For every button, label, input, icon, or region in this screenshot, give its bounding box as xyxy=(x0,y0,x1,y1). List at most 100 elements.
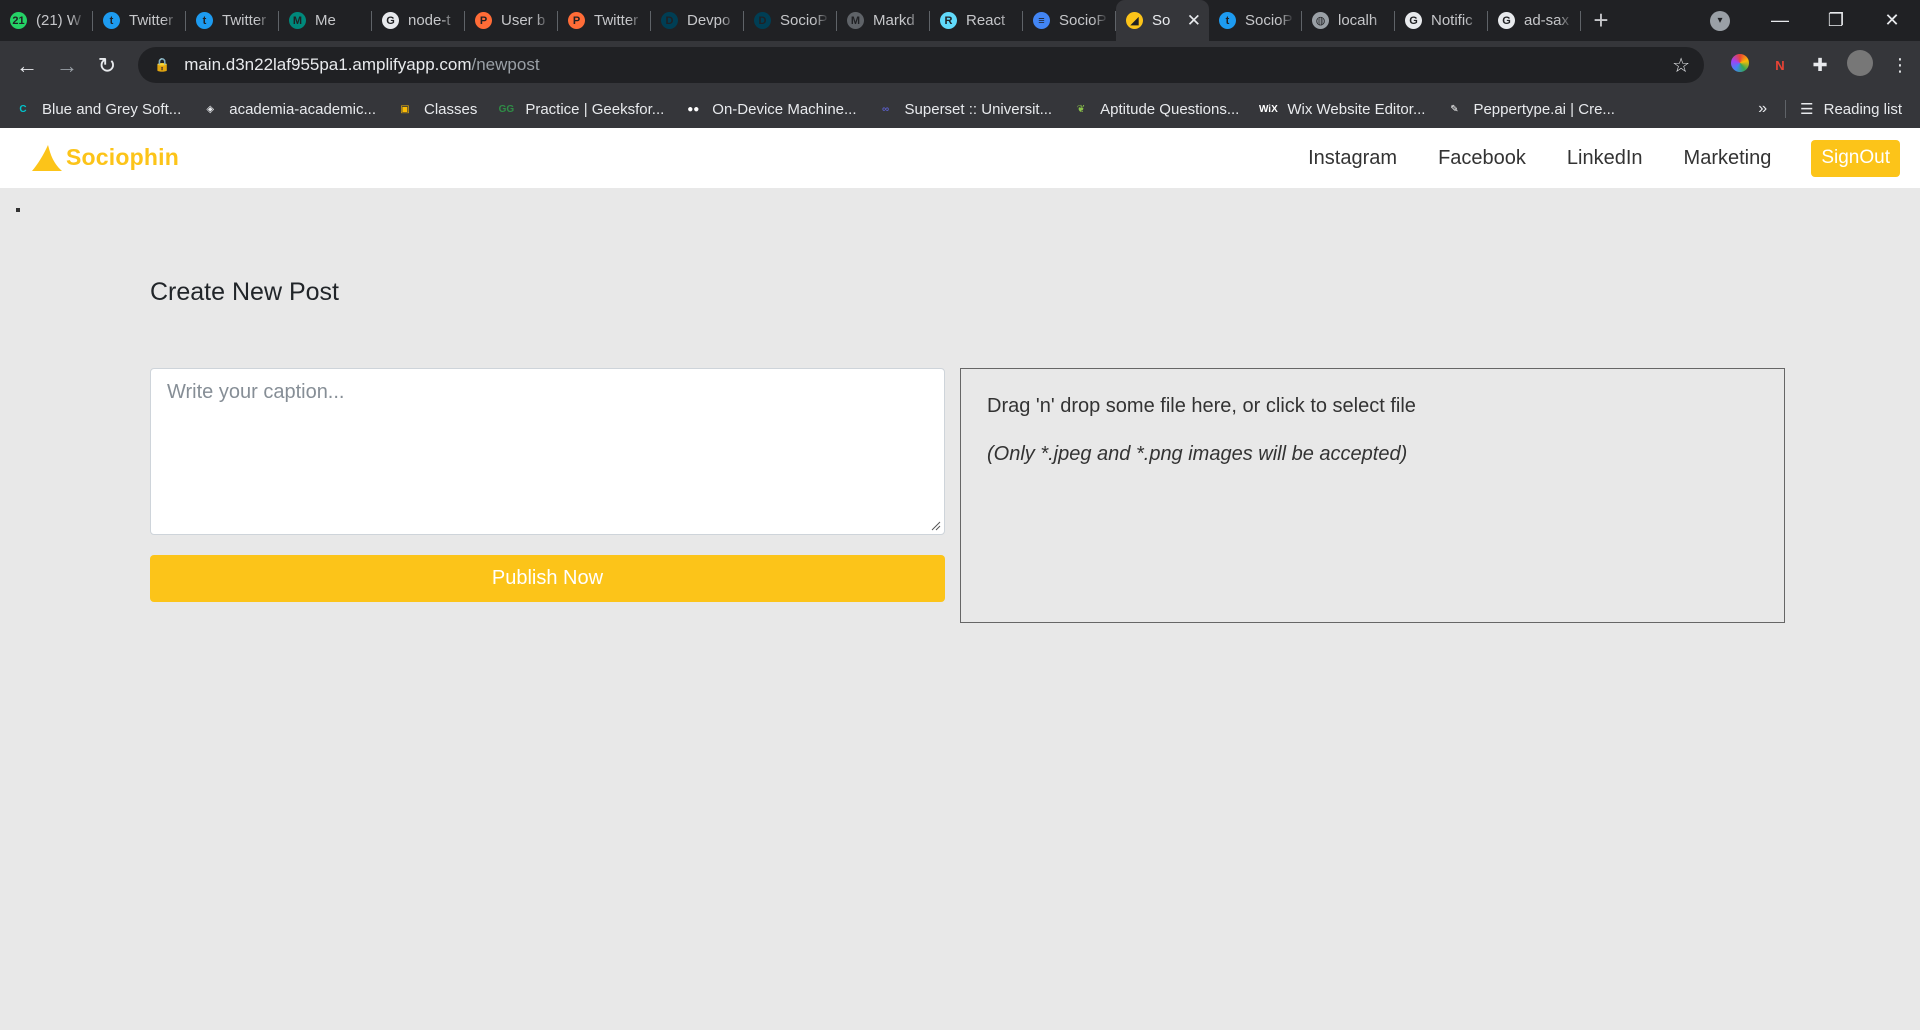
devpost-icon: D xyxy=(754,12,771,29)
bookmark-item[interactable]: GG Practice | Geeksfor... xyxy=(497,100,665,118)
extensions-area: N ✚ ⋮ xyxy=(1720,41,1920,90)
tab-label: Twitter xyxy=(129,12,174,29)
tab-label: Markd xyxy=(873,12,915,29)
bookmark-label: On-Device Machine... xyxy=(712,100,857,118)
signout-button[interactable]: SignOut xyxy=(1811,139,1900,177)
react-icon: R xyxy=(940,12,957,29)
restore-icon[interactable]: ❐ xyxy=(1808,10,1864,31)
color-extension-icon[interactable] xyxy=(1720,54,1760,77)
more-bookmarks-button[interactable]: » xyxy=(1740,100,1785,118)
close-window-icon[interactable]: ✕ xyxy=(1864,10,1920,31)
publish-button[interactable]: Publish Now xyxy=(150,555,945,602)
bookmark-item[interactable]: ▣ Classes xyxy=(396,100,477,118)
browser-tab[interactable]: t SocioP xyxy=(1209,0,1302,41)
tab-close-icon[interactable]: ✕ xyxy=(1187,11,1201,31)
twitter-icon: t xyxy=(103,12,120,29)
bookmark-item[interactable]: ✎ Peppertype.ai | Cre... xyxy=(1445,100,1615,118)
sociophin-icon: ◢ xyxy=(1126,12,1143,29)
twitter-icon: t xyxy=(196,12,213,29)
whatsapp-icon: 21 xyxy=(10,12,27,29)
browser-tab[interactable]: R React xyxy=(930,0,1023,41)
bookmark-label: Classes xyxy=(423,100,478,118)
forward-arrow-icon[interactable]: → xyxy=(47,53,87,79)
tab-label: Me xyxy=(315,12,336,29)
resize-grip-icon[interactable] xyxy=(931,521,941,531)
caption-input[interactable] xyxy=(150,368,945,535)
canva-icon: C xyxy=(19,103,27,115)
tab-label: ad-sax xyxy=(1524,12,1570,29)
bookmark-item[interactable]: ∞ Superset :: Universit... xyxy=(877,100,1053,118)
gfg-icon: GG xyxy=(498,103,515,115)
globe-icon: ◍ xyxy=(1312,12,1329,29)
github-icon: G xyxy=(1405,12,1422,29)
bookmark-item[interactable]: ◈ academia-academic... xyxy=(201,100,376,118)
address-bar[interactable]: 🔒 main.d3n22laf955pa1.amplifyapp.com/new… xyxy=(138,47,1704,83)
url-host: main.d3n22laf955pa1.amplifyapp.com xyxy=(184,55,472,74)
lock-icon: 🔒 xyxy=(154,57,171,72)
browser-tab[interactable]: Gad-sax xyxy=(1488,0,1581,41)
bookmark-list: C Blue and Grey Soft... ◈ academia-academic… xyxy=(14,100,1635,118)
nav-link-facebook[interactable]: Facebook xyxy=(1438,147,1526,170)
browser-tab[interactable]: ◢ So ✕ xyxy=(1116,0,1209,41)
browser-tab[interactable]: D Devpo xyxy=(651,0,744,41)
extensions-puzzle-icon[interactable]: ✚ xyxy=(1800,55,1840,76)
bookmark-item[interactable]: ●● On-Device Machine... xyxy=(684,100,856,118)
tab-search-icon[interactable]: ▾ xyxy=(1710,11,1730,31)
browser-tab[interactable]: D SocioP xyxy=(744,0,837,41)
nav-links: Instagram Facebook LinkedIn Marketing Si… xyxy=(1267,128,1900,188)
nav-link-linkedin[interactable]: LinkedIn xyxy=(1567,147,1643,170)
tab-label: User b xyxy=(501,12,546,29)
reload-icon[interactable]: ↻ xyxy=(87,53,127,79)
browser-tab[interactable]: t Twitter xyxy=(93,0,186,41)
browser-tab-strip: 21 (21) W t Twitter t Twitter M Me Gnode-t P User … xyxy=(0,0,1920,41)
github-icon: G xyxy=(1498,12,1515,29)
bookmark-label: Wix Website Editor... xyxy=(1287,100,1426,118)
bookmark-label: Blue and Grey Soft... xyxy=(42,100,182,118)
back-arrow-icon[interactable]: ← xyxy=(7,53,47,79)
profile-avatar[interactable] xyxy=(1840,50,1880,81)
medium-icon: ●● xyxy=(687,103,700,115)
bookmark-item[interactable]: C Blue and Grey Soft... xyxy=(14,100,181,118)
bookmark-label: Peppertype.ai | Cre... xyxy=(1473,100,1615,118)
dropzone-text: Drag 'n' drop some file here, or click t… xyxy=(987,395,1416,417)
reading-list-label: Reading list xyxy=(1823,100,1902,118)
browser-tab[interactable]: t Twitter xyxy=(186,0,279,41)
brand-logo[interactable]: Sociophin xyxy=(30,142,179,172)
page-title: Create New Post xyxy=(150,278,339,306)
tab-label: Devpo xyxy=(687,12,731,29)
tab-label: React xyxy=(966,12,1006,29)
browser-tab[interactable]: G Notific xyxy=(1395,0,1488,41)
bookmark-label: Superset :: Universit... xyxy=(904,100,1053,118)
bookmark-star-icon[interactable]: ☆ xyxy=(1672,53,1690,78)
nav-link-marketing[interactable]: Marketing xyxy=(1684,147,1772,170)
bookmark-item[interactable]: ❦ Aptitude Questions... xyxy=(1072,100,1239,118)
tab-label: SocioP xyxy=(780,12,828,29)
browser-tab[interactable]: M Me xyxy=(279,0,372,41)
reading-list-icon: ☰ xyxy=(1800,101,1814,118)
tab-label: node-t xyxy=(408,12,451,29)
file-dropzone[interactable]: Drag 'n' drop some file here, or click t… xyxy=(960,368,1785,623)
menu-kebab-icon[interactable]: ⋮ xyxy=(1880,55,1920,76)
tab-label: SocioP xyxy=(1059,12,1107,29)
notion-extension-icon[interactable]: N xyxy=(1760,58,1800,73)
browser-tab[interactable]: ◍ localh xyxy=(1302,0,1395,41)
postman-icon: P xyxy=(568,12,585,29)
nav-link-instagram[interactable]: Instagram xyxy=(1308,147,1397,170)
browser-tab[interactable]: P Twitter xyxy=(558,0,651,41)
browser-tab[interactable]: M Markd xyxy=(837,0,930,41)
browser-tab[interactable]: Gnode-t xyxy=(372,0,465,41)
bookmark-item[interactable]: WiX Wix Website Editor... xyxy=(1259,100,1426,118)
markdown-icon: M xyxy=(847,12,864,29)
app-navbar: Sociophin Instagram Facebook LinkedIn Ma… xyxy=(0,128,1920,188)
reading-list-button[interactable]: ☰ Reading list xyxy=(1785,100,1920,118)
classroom-icon: ▣ xyxy=(400,103,410,115)
diamond-icon: ◈ xyxy=(206,103,215,115)
url-path: /newpost xyxy=(471,55,540,74)
browser-tab[interactable]: 21 (21) W xyxy=(0,0,93,41)
bookmarks-bar: C Blue and Grey Soft... ◈ academia-academic… xyxy=(0,90,1920,128)
new-tab-button[interactable]: + xyxy=(1581,0,1621,41)
minimize-icon[interactable]: — xyxy=(1752,10,1808,31)
tab-label: SocioP xyxy=(1245,12,1293,29)
browser-tab[interactable]: P User b xyxy=(465,0,558,41)
browser-tab[interactable]: ≡ SocioP xyxy=(1023,0,1116,41)
